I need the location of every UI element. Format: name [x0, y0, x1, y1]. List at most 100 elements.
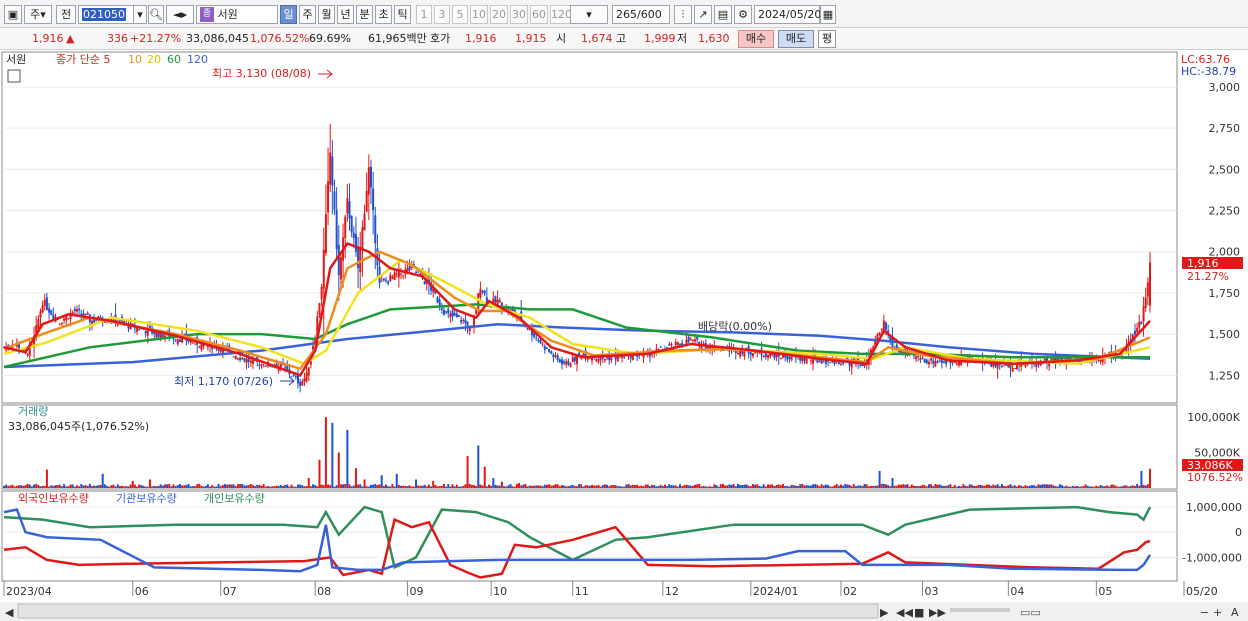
- minute-button[interactable]: 1: [416, 5, 432, 24]
- play-icon[interactable]: ▶: [880, 606, 889, 619]
- stock-code-input[interactable]: 021050: [78, 5, 136, 24]
- volume-bar: [415, 479, 418, 488]
- period-button[interactable]: 초: [375, 5, 392, 24]
- zoom-slider[interactable]: [950, 608, 1010, 612]
- candle-body: [84, 314, 87, 316]
- font-size-icon[interactable]: A: [1231, 606, 1239, 619]
- volume-bar: [854, 486, 857, 488]
- volume-bar: [266, 486, 269, 488]
- volume-bar: [807, 485, 810, 488]
- volume-bar: [539, 485, 542, 488]
- search-icon[interactable]: 🔍︎: [148, 5, 164, 24]
- volume-bar: [1024, 485, 1027, 488]
- zoom-out-icon[interactable]: −: [1200, 606, 1209, 619]
- minute-button[interactable]: 30: [510, 5, 528, 24]
- volume-bar: [163, 484, 166, 488]
- period-button[interactable]: 분: [356, 5, 373, 24]
- count-field[interactable]: 265/600: [612, 5, 670, 24]
- candle-body: [958, 362, 960, 366]
- minute-button[interactable]: 5: [452, 5, 468, 24]
- buy-button[interactable]: 매수: [738, 30, 774, 48]
- layout-icon[interactable]: ▭▭: [1020, 606, 1041, 619]
- volume-bar: [591, 484, 594, 488]
- candle-body: [687, 336, 690, 342]
- candle-icon[interactable]: ⫶: [674, 5, 692, 24]
- candle-body: [550, 351, 553, 354]
- volume-bar: [610, 485, 613, 488]
- volume-bar: [739, 485, 742, 488]
- scroll-left-icon[interactable]: ◀: [5, 606, 14, 619]
- period-button[interactable]: 월: [318, 5, 335, 24]
- minute-button[interactable]: 3: [434, 5, 450, 24]
- scroll-thumb[interactable]: [17, 603, 879, 619]
- save-icon[interactable]: ▤: [714, 5, 732, 24]
- volume-bar: [985, 484, 988, 488]
- minute-dropdown[interactable]: ▾: [570, 5, 608, 24]
- period-button[interactable]: 틱: [394, 5, 411, 24]
- low-annotation: 최저 1,170 (07/26): [174, 375, 273, 388]
- volume-bar: [1138, 485, 1141, 488]
- volume-bar: [123, 486, 126, 488]
- code-dropdown-icon[interactable]: ▾: [133, 5, 147, 24]
- minute-button[interactable]: 20: [490, 5, 508, 24]
- period-type-select[interactable]: 주▾: [24, 5, 52, 24]
- candle-body: [917, 355, 920, 358]
- calendar-icon[interactable]: ▦: [820, 5, 836, 24]
- stock-chart[interactable]: 1,2501,5001,7502,0002,2502,5002,7503,000…: [0, 50, 1248, 621]
- candle-body: [337, 244, 340, 276]
- minute-button[interactable]: 60: [530, 5, 548, 24]
- candle-body: [438, 299, 441, 306]
- rewind-icon[interactable]: ◀◀: [896, 606, 913, 619]
- volume-bar: [251, 485, 254, 488]
- candle-body: [402, 275, 405, 277]
- period-button[interactable]: 일: [280, 5, 297, 24]
- forward-icon[interactable]: ▶▶: [929, 606, 946, 619]
- candle-body: [60, 322, 63, 324]
- date-field[interactable]: 2024/05/20: [754, 5, 821, 24]
- minute-button[interactable]: 120: [550, 5, 572, 24]
- window-menu-icon[interactable]: ▣: [4, 5, 22, 24]
- candle-body: [481, 291, 484, 293]
- volume-bar: [309, 486, 312, 488]
- volume-bar: [932, 486, 935, 488]
- speaker-icon[interactable]: ◄▸: [166, 5, 194, 24]
- candle-body: [369, 166, 372, 188]
- period-button[interactable]: 년: [337, 5, 354, 24]
- volume-bar: [674, 485, 677, 488]
- line-tool-icon[interactable]: ↗: [694, 5, 712, 24]
- zoom-in-icon[interactable]: +: [1213, 606, 1222, 619]
- volume-bar: [627, 484, 630, 488]
- volume-bar: [432, 480, 435, 488]
- volume-bar: [749, 486, 752, 488]
- change-pct: +21.27%: [130, 32, 182, 45]
- gear-icon[interactable]: ⚙: [734, 5, 752, 24]
- volume-bar: [52, 485, 55, 488]
- volume-bar: [848, 484, 851, 488]
- volume-bar: [1080, 486, 1083, 488]
- volume-bar: [857, 485, 860, 488]
- minute-button[interactable]: 10: [470, 5, 488, 24]
- volume-bar: [726, 485, 729, 488]
- table-icon[interactable]: [7, 69, 21, 83]
- volume-bar: [1084, 484, 1087, 488]
- stock-name-field[interactable]: 종 서원: [196, 5, 278, 24]
- volume-bar: [513, 486, 516, 488]
- candle-body: [659, 346, 662, 348]
- volume-bar: [468, 483, 471, 488]
- all-button[interactable]: 전: [56, 5, 76, 24]
- volume-bar: [940, 485, 943, 488]
- volume-bar: [90, 486, 93, 488]
- volume-bar: [936, 484, 939, 488]
- volume-bar: [977, 484, 980, 488]
- stop-icon[interactable]: ■: [914, 606, 924, 619]
- period-button[interactable]: 주: [299, 5, 316, 24]
- candle-body: [335, 209, 338, 250]
- volume-bar: [756, 484, 759, 488]
- sell-button[interactable]: 매도: [778, 30, 814, 48]
- chart-area[interactable]: 1,250 1,500 1,750 2,000 2,250 2,500 2,750 3,000…: [0, 50, 1248, 621]
- candle-body: [320, 286, 323, 300]
- candle-body: [1136, 327, 1139, 333]
- volume-panel-frame: [1, 404, 1178, 490]
- avg-button[interactable]: 평: [818, 30, 836, 48]
- volume-bar: [927, 484, 930, 488]
